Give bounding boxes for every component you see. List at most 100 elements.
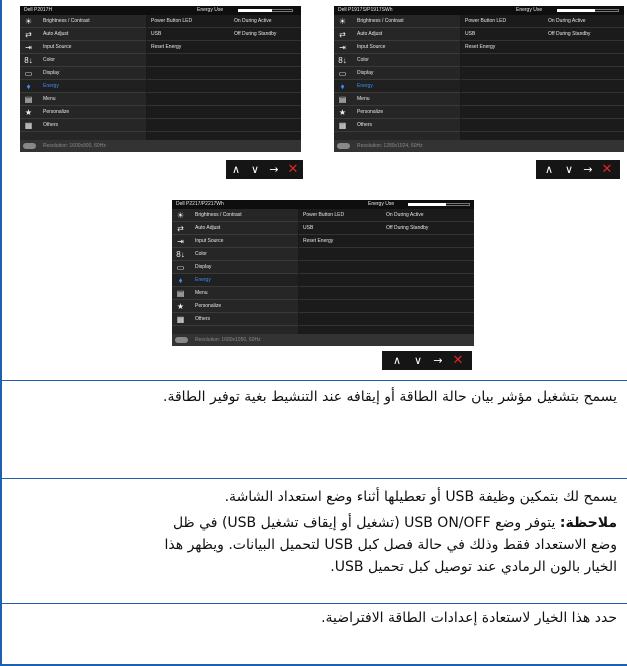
menu-item-others[interactable]: ▦ Others (172, 313, 298, 326)
osd-settings-pane: Power Button LED On During Active USB Off … (461, 15, 624, 152)
menu-item-label: Menu (43, 96, 56, 102)
menu-item-label: Others (195, 316, 211, 322)
personalize-icon: ★ (24, 108, 33, 117)
menu-item-label: Energy (43, 83, 59, 89)
menu-item-display[interactable]: ▭ Display (334, 67, 460, 80)
exit-button[interactable]: ✕ (449, 351, 467, 370)
exit-button[interactable]: ✕ (598, 160, 616, 179)
osd-window: Dell P1917S/P1917SWh Energy Use ☀ Brightn… (334, 6, 624, 152)
menu-item-menu[interactable]: ▤ Menu (20, 93, 146, 106)
energy-icon: ♦ (178, 276, 183, 285)
menu-item-label: Auto Adjust (357, 31, 383, 37)
up-button[interactable]: ∧ (388, 351, 406, 370)
setting-empty-row (147, 54, 301, 67)
menu-item-auto-adjust[interactable]: ⇄ Auto Adjust (334, 28, 460, 41)
menu-item-energy[interactable]: ♦ Energy (172, 274, 298, 287)
reset-energy-description: حدد هذا الخيار لاستعادة إعدادات الطاقة ا… (321, 610, 617, 626)
color-icon: 8↓ (176, 250, 185, 259)
down-button[interactable]: ∨ (246, 160, 264, 179)
setting-reset-energy[interactable]: Reset Energy (461, 41, 624, 54)
setting-usb[interactable]: USB Off During Standby (299, 222, 474, 235)
resolution-text: Resolution: 1600x900, 60Hz (43, 143, 106, 149)
setting-empty-row (299, 287, 474, 300)
input-source-icon: ⇥ (25, 43, 32, 52)
setting-empty-row (299, 300, 474, 313)
energy-bar (238, 9, 273, 12)
exit-button[interactable]: ✕ (284, 160, 302, 179)
setting-reset-energy[interactable]: Reset Energy (299, 235, 474, 248)
menu-item-personalize[interactable]: ★ Personalize (334, 106, 460, 119)
setting-power-led[interactable]: Power Button LED On During Active (299, 209, 474, 222)
menu-item-brightness[interactable]: ☀ Brightness / Contrast (334, 15, 460, 28)
setting-empty-row (461, 93, 624, 106)
setting-key: Power Button LED (465, 18, 507, 24)
menu-item-others[interactable]: ▦ Others (20, 119, 146, 132)
osd-status-bar: Resolution: 1280x1024, 60Hz (334, 140, 624, 152)
menu-item-personalize[interactable]: ★ Personalize (20, 106, 146, 119)
setting-usb[interactable]: USB Off During Standby (147, 28, 301, 41)
others-icon: ▦ (176, 315, 185, 324)
setting-power-led[interactable]: Power Button LED On During Active (147, 15, 301, 28)
setting-key: Power Button LED (303, 212, 345, 218)
menu-item-label: Menu (195, 290, 208, 296)
menu-item-display[interactable]: ▭ Display (172, 261, 298, 274)
menu-item-color[interactable]: 8↓ Color (334, 54, 460, 67)
section-title: Energy Use (197, 7, 224, 13)
section-title: Energy Use (516, 7, 543, 13)
hdmi-icon (23, 143, 36, 149)
personalize-icon: ★ (176, 302, 185, 311)
brightness-icon: ☀ (24, 17, 33, 26)
setting-reset-energy[interactable]: Reset Energy (147, 41, 301, 54)
menu-item-label: Color (43, 57, 55, 63)
menu-item-energy[interactable]: ♦ Energy (334, 80, 460, 93)
menu-item-display[interactable]: ▭ Display (20, 67, 146, 80)
menu-item-brightness[interactable]: ☀ Brightness / Contrast (172, 209, 298, 222)
setting-usb[interactable]: USB Off During Standby (461, 28, 624, 41)
menu-item-label: Auto Adjust (43, 31, 69, 37)
next-button[interactable]: → (429, 351, 447, 370)
next-button[interactable]: → (265, 160, 283, 179)
down-button[interactable]: ∨ (560, 160, 578, 179)
down-button[interactable]: ∨ (409, 351, 427, 370)
setting-value: On During Active (548, 18, 586, 24)
menu-item-energy[interactable]: ♦ Energy (20, 80, 146, 93)
brightness-icon: ☀ (338, 17, 347, 26)
table-divider (0, 603, 627, 604)
setting-key: Power Button LED (151, 18, 193, 24)
menu-item-auto-adjust[interactable]: ⇄ Auto Adjust (20, 28, 146, 41)
next-button[interactable]: → (579, 160, 597, 179)
menu-item-input-source[interactable]: ⇥ Input Source (172, 235, 298, 248)
usb-note-line: ملاحظة: يتوفر وضع USB ON/OFF (تشغيل أو إ… (173, 512, 617, 534)
osd-status-bar: Resolution: 1680x1050, 60Hz (172, 334, 474, 346)
setting-key: USB (151, 31, 162, 37)
setting-empty-row (147, 106, 301, 119)
setting-power-led[interactable]: Power Button LED On During Active (461, 15, 624, 28)
hdmi-icon (175, 337, 188, 343)
up-button[interactable]: ∧ (227, 160, 245, 179)
others-icon: ▦ (338, 121, 347, 130)
display-icon: ▭ (338, 69, 347, 78)
menu-item-brightness[interactable]: ☀ Brightness / Contrast (20, 15, 146, 28)
menu-item-color[interactable]: 8↓ Color (172, 248, 298, 261)
menu-item-input-source[interactable]: ⇥ Input Source (334, 41, 460, 54)
menu-item-menu[interactable]: ▤ Menu (334, 93, 460, 106)
menu-item-auto-adjust[interactable]: ⇄ Auto Adjust (172, 222, 298, 235)
setting-empty-row (461, 67, 624, 80)
menu-item-label: Energy (195, 277, 211, 283)
menu-item-label: Display (195, 264, 212, 270)
brightness-icon: ☀ (176, 211, 185, 220)
setting-key: USB (465, 31, 476, 37)
setting-empty-row (461, 54, 624, 67)
setting-empty-row (299, 261, 474, 274)
menu-item-input-source[interactable]: ⇥ Input Source (20, 41, 146, 54)
menu-item-others[interactable]: ▦ Others (334, 119, 460, 132)
energy-icon: ♦ (26, 82, 31, 91)
menu-item-menu[interactable]: ▤ Menu (172, 287, 298, 300)
up-button[interactable]: ∧ (540, 160, 558, 179)
menu-item-color[interactable]: 8↓ Color (20, 54, 146, 67)
osd-nav-buttons: ∧ ∨ → ✕ (226, 160, 303, 179)
auto-adjust-icon: ⇄ (177, 224, 184, 233)
power-led-description: يسمح بتشغيل مؤشر بيان حالة الطاقة أو إيق… (163, 389, 617, 405)
table-divider (0, 478, 627, 479)
menu-item-personalize[interactable]: ★ Personalize (172, 300, 298, 313)
